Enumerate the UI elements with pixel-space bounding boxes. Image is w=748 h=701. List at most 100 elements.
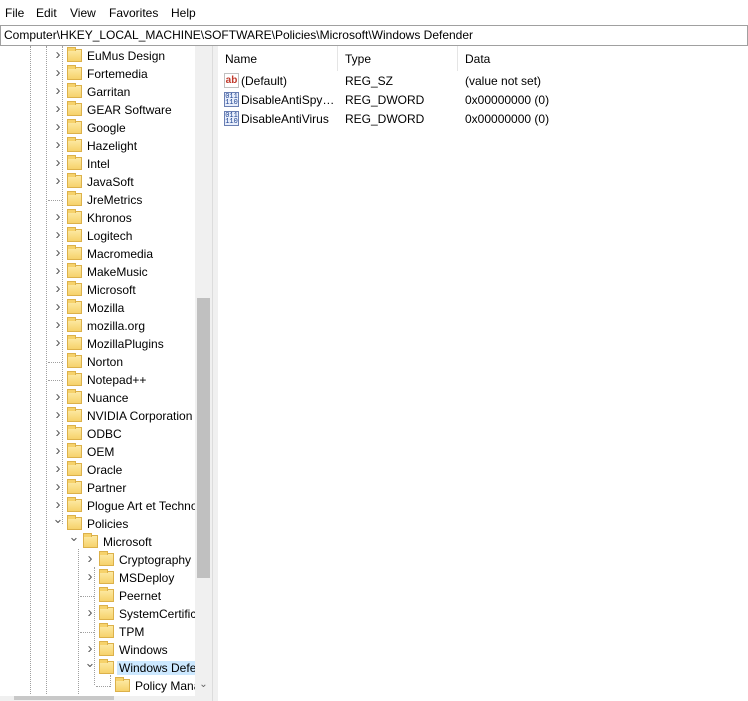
tree-item[interactable]: › NVIDIA Corporation	[0, 407, 195, 425]
tree-item[interactable]: Policy Manager	[0, 677, 195, 694]
folder-icon	[67, 407, 82, 422]
tree-item[interactable]: › mozilla.org	[0, 317, 195, 335]
chevron-right-icon[interactable]: ›	[52, 425, 64, 440]
chevron-right-icon[interactable]: ›	[52, 227, 64, 242]
chevron-right-icon[interactable]: ›	[52, 47, 64, 62]
tree-item[interactable]: › Macromedia	[0, 245, 195, 263]
chevron-down-icon[interactable]: ⌄	[195, 676, 212, 693]
menu-favorites[interactable]: Favorites	[109, 6, 158, 20]
tree-item[interactable]: Norton	[0, 353, 195, 371]
menu-view[interactable]: View	[70, 6, 96, 20]
chevron-right-icon[interactable]: ›	[84, 569, 96, 584]
tree-item[interactable]: › EuMus Design	[0, 47, 195, 65]
tree-item[interactable]: › Intel	[0, 155, 195, 173]
folder-icon	[67, 47, 82, 62]
tree-item[interactable]: › Partner	[0, 479, 195, 497]
chevron-down-icon[interactable]: ⌄	[84, 656, 96, 670]
tree-item[interactable]: JreMetrics	[0, 191, 195, 209]
column-header-type[interactable]: Type	[338, 46, 458, 71]
chevron-right-icon[interactable]: ›	[52, 155, 64, 170]
tree-item[interactable]: › GEAR Software	[0, 101, 195, 119]
chevron-down-icon[interactable]: ⌄	[68, 530, 80, 544]
tree-item[interactable]: › Plogue Art et Techno	[0, 497, 195, 515]
chevron-right-icon[interactable]: ›	[52, 137, 64, 152]
tree-item[interactable]: › Oracle	[0, 461, 195, 479]
chevron-right-icon[interactable]: ›	[52, 281, 64, 296]
menu-help[interactable]: Help	[171, 6, 196, 20]
tree-item[interactable]: › MSDeploy	[0, 569, 195, 587]
chevron-right-icon[interactable]: ›	[52, 83, 64, 98]
tree-horizontal-scroll-thumb[interactable]	[14, 696, 114, 700]
menu-file[interactable]: File	[5, 6, 24, 20]
tree-item[interactable]: TPM	[0, 623, 195, 641]
value-row[interactable]: 011 110 DisableAntiVirus REG_DWORD 0x000000…	[218, 111, 748, 130]
tree-item[interactable]: › Microsoft	[0, 281, 195, 299]
tree-item[interactable]: › SystemCertificates	[0, 605, 195, 623]
chevron-right-icon[interactable]: ›	[52, 497, 64, 512]
tree-item[interactable]: › Google	[0, 119, 195, 137]
tree-item[interactable]: › JavaSoft	[0, 173, 195, 191]
folder-icon	[67, 263, 82, 278]
tree-item[interactable]: › MakeMusic	[0, 263, 195, 281]
chevron-right-icon[interactable]: ›	[52, 173, 64, 188]
tree-item[interactable]: › Garritan	[0, 83, 195, 101]
folder-icon	[99, 659, 114, 674]
tree-item[interactable]: ⌄ Policies	[0, 512, 195, 533]
tree-item[interactable]: › Cryptography	[0, 551, 195, 569]
tree-item-label: ODBC	[87, 427, 122, 441]
tree-item[interactable]: ⌄ Windows Defender	[0, 656, 195, 677]
chevron-right-icon[interactable]: ›	[52, 317, 64, 332]
tree-item-label: MozillaPlugins	[87, 337, 164, 351]
folder-icon	[67, 245, 82, 260]
tree-vertical-scroll-thumb[interactable]	[197, 298, 210, 578]
tree-item[interactable]: ⌄ Microsoft	[0, 530, 195, 551]
chevron-right-icon[interactable]: ›	[52, 245, 64, 260]
chevron-right-icon[interactable]: ›	[52, 335, 64, 350]
tree-item[interactable]: › Logitech	[0, 227, 195, 245]
address-bar[interactable]: Computer\HKEY_LOCAL_MACHINE\SOFTWARE\Pol…	[0, 25, 748, 46]
tree-item[interactable]: › Fortemedia	[0, 65, 195, 83]
chevron-right-icon[interactable]: ›	[84, 641, 96, 656]
tree-item-label: Norton	[87, 355, 124, 369]
chevron-right-icon[interactable]: ›	[52, 263, 64, 278]
tree-item[interactable]: › Windows	[0, 641, 195, 659]
folder-icon	[67, 479, 82, 494]
chevron-down-icon[interactable]: ⌄	[52, 512, 64, 526]
tree-item-label: Intel	[87, 157, 110, 171]
tree-item[interactable]: Peernet	[0, 587, 195, 605]
value-type: REG_DWORD	[345, 93, 425, 107]
value-row[interactable]: 011 110DisableAntiSpyware REG_DWORD 0x0000…	[218, 92, 748, 111]
tree-item[interactable]: Notepad++	[0, 371, 195, 389]
tree-item[interactable]: › Hazelight	[0, 137, 195, 155]
chevron-right-icon[interactable]: ›	[84, 551, 96, 566]
chevron-right-icon[interactable]: ›	[52, 119, 64, 134]
tree-item[interactable]: › OEM	[0, 443, 195, 461]
folder-icon	[67, 65, 82, 80]
folder-icon	[67, 299, 82, 314]
chevron-right-icon[interactable]: ›	[52, 389, 64, 404]
chevron-right-icon[interactable]: ›	[52, 101, 64, 116]
menu-edit[interactable]: Edit	[36, 6, 57, 20]
tree-item[interactable]: › Mozilla	[0, 299, 195, 317]
chevron-right-icon[interactable]: ›	[52, 443, 64, 458]
registry-values-pane: Name Type Data ab (Default) REG_SZ (value n…	[218, 46, 748, 701]
chevron-right-icon[interactable]: ›	[84, 605, 96, 620]
tree-vertical-scrollbar[interactable]: ⌄	[195, 46, 212, 701]
chevron-right-icon[interactable]: ›	[52, 407, 64, 422]
tree-item[interactable]: › MozillaPlugins	[0, 335, 195, 353]
column-header-data[interactable]: Data	[458, 46, 748, 71]
tree-item-label: Microsoft	[103, 535, 152, 549]
chevron-right-icon[interactable]: ›	[52, 479, 64, 494]
address-path[interactable]: Computer\HKEY_LOCAL_MACHINE\SOFTWARE\Pol…	[4, 28, 473, 42]
tree-item[interactable]: › Khronos	[0, 209, 195, 227]
chevron-right-icon[interactable]: ›	[52, 299, 64, 314]
chevron-right-icon[interactable]: ›	[52, 461, 64, 476]
tree-item[interactable]: › Nuance	[0, 389, 195, 407]
chevron-right-icon[interactable]: ›	[52, 209, 64, 224]
value-row[interactable]: ab (Default) REG_SZ (value not set)	[218, 73, 748, 92]
chevron-right-icon[interactable]: ›	[52, 65, 64, 80]
tree-item[interactable]: › ODBC	[0, 425, 195, 443]
tree-item-label: Google	[87, 121, 126, 135]
folder-icon	[67, 83, 82, 98]
column-header-name[interactable]: Name	[218, 46, 338, 71]
